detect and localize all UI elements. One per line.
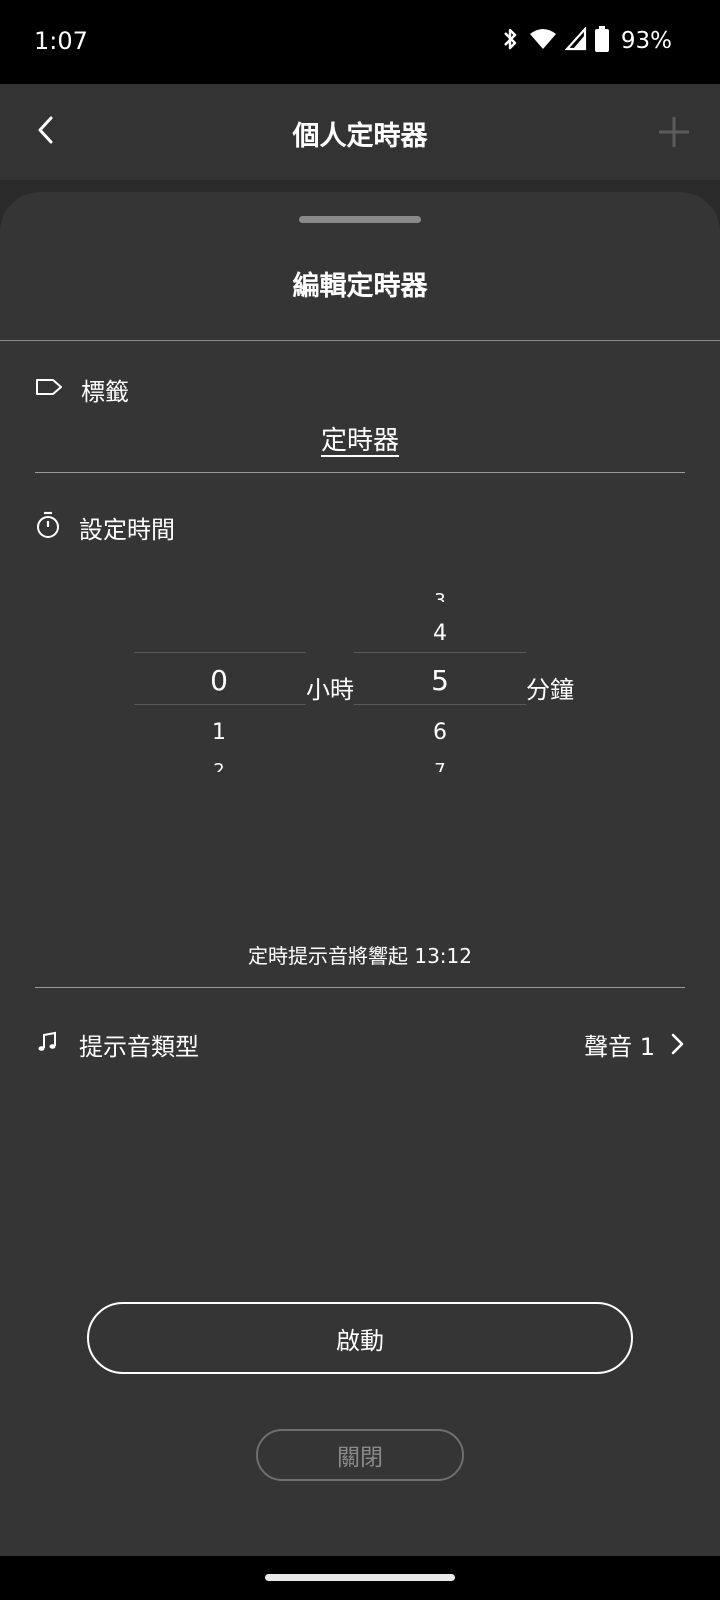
divider [35,987,685,988]
picker-line [134,704,306,705]
divider [0,340,720,341]
status-icons: 93% [499,26,672,56]
time-section-heading: 設定時間 [35,510,175,544]
battery-icon [594,26,609,56]
hours-next-2[interactable]: 2 [189,760,249,772]
label-value[interactable]: 定時器 [321,426,399,456]
label-heading: 標籤 [81,377,129,406]
hours-next[interactable]: 1 [189,720,249,745]
tag-icon [35,377,63,401]
label-value-container: 定時器 [0,420,720,457]
page-title: 個人定時器 [292,121,428,152]
chevron-right-icon [669,1032,685,1056]
picker-line [354,652,526,653]
start-button[interactable]: 啟動 [87,1302,633,1374]
hours-selected[interactable]: 0 [189,664,249,697]
picker-line [354,704,526,705]
wifi-icon [529,27,557,55]
label-section-heading: 標籤 [35,372,129,406]
minutes-selected[interactable]: 5 [410,664,470,697]
divider [35,472,685,473]
signal-icon [564,26,587,55]
edit-timer-sheet: 編輯定時器 標籤 定時器 設定時間 0 1 2 小時 3 4 5 6 7 分鐘 … [0,192,720,1556]
picker-line [134,652,306,653]
battery-percent: 93% [620,28,672,54]
stopwatch-icon [35,511,61,543]
hours-unit: 小時 [306,676,354,704]
add-button[interactable] [656,114,692,150]
minutes-prev[interactable]: 4 [410,621,470,646]
app-bar: 個人定時器 [0,84,720,180]
minutes-prev-2[interactable]: 3 [410,590,470,602]
close-button[interactable]: 關閉 [256,1429,464,1481]
home-gesture-handle[interactable] [265,1574,455,1581]
plus-icon [656,117,692,154]
drag-handle[interactable] [299,216,421,223]
minutes-next[interactable]: 6 [410,720,470,745]
time-heading: 設定時間 [79,515,175,544]
sound-type-row[interactable]: 提示音類型 聲音 1 [35,1024,685,1064]
minutes-unit: 分鐘 [526,676,574,704]
bluetooth-icon [499,26,521,56]
alarm-note: 定時提示音將響起 13:12 [248,944,472,968]
sound-heading: 提示音類型 [79,1032,199,1061]
sheet-title: 編輯定時器 [292,271,428,302]
music-note-icon [35,1030,59,1058]
sound-value: 聲音 1 [584,1032,655,1061]
sound-value-group[interactable]: 聲音 1 [584,1027,685,1062]
navigation-bar [0,1556,720,1600]
status-time: 1:07 [34,27,88,55]
status-bar: 1:07 93% [0,0,720,84]
minutes-next-2[interactable]: 7 [410,760,470,772]
